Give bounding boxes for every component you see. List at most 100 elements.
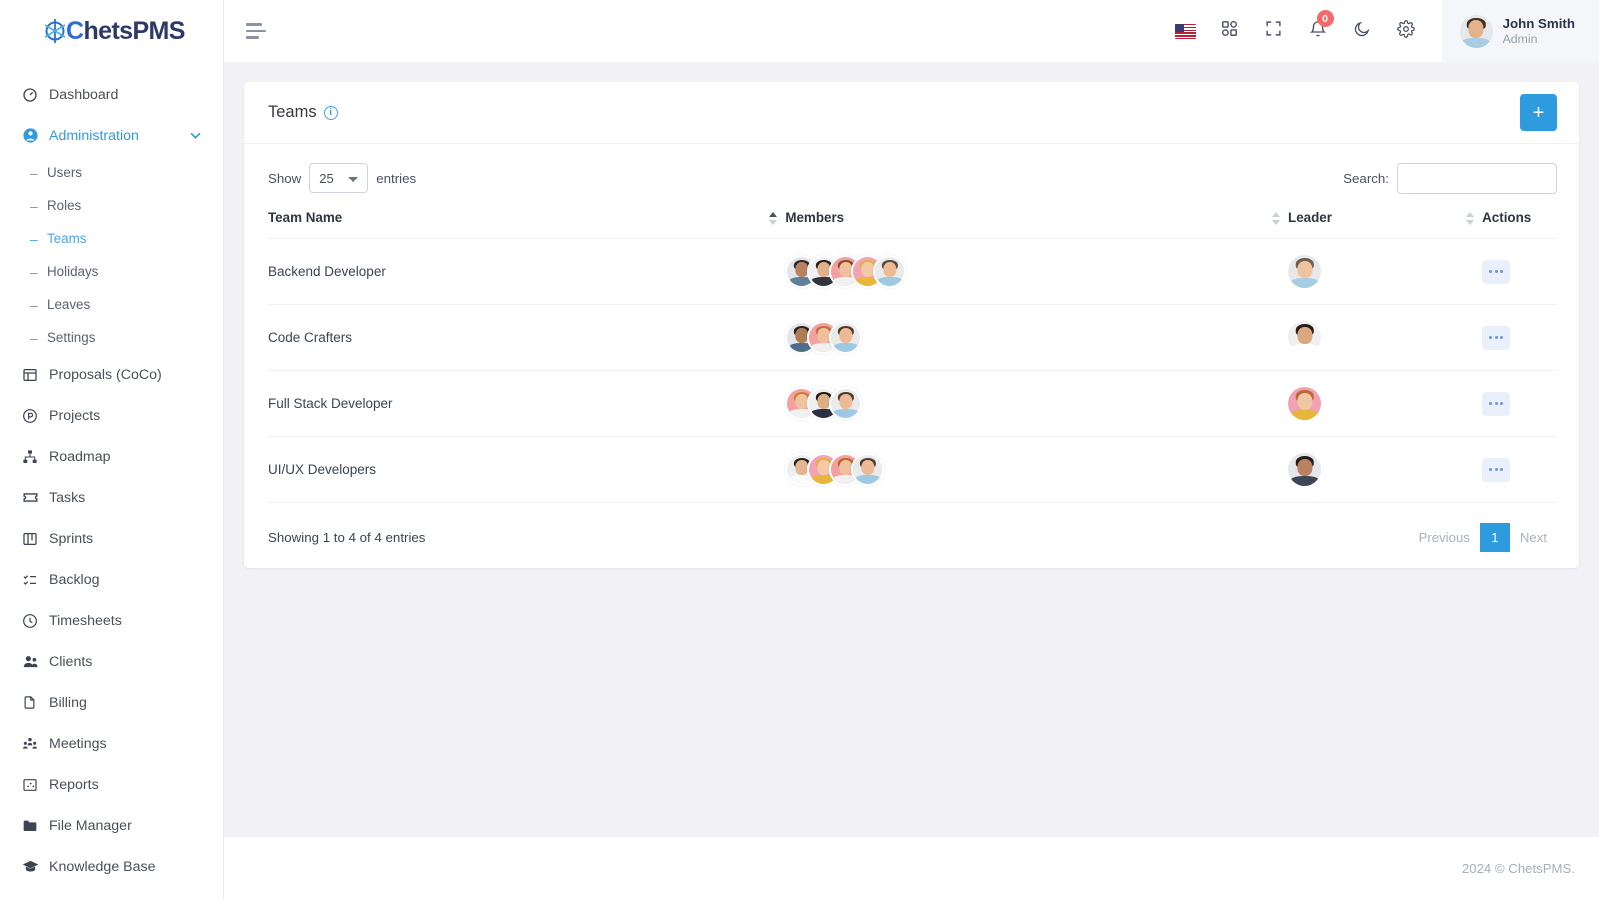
table-footer: Showing 1 to 4 of 4 entries Previous 1 N… bbox=[268, 523, 1557, 554]
column-actions: Actions bbox=[1482, 210, 1557, 239]
dash-icon: – bbox=[30, 164, 38, 181]
pagination-next[interactable]: Next bbox=[1510, 523, 1557, 552]
sidebar-item-timesheets[interactable]: Timesheets bbox=[0, 600, 223, 641]
chart-icon bbox=[22, 776, 44, 794]
add-team-button[interactable]: + bbox=[1520, 94, 1557, 131]
sidebar-item-projects[interactable]: Projects bbox=[0, 395, 223, 436]
sidebar-item-knowledge-base[interactable]: Knowledge Base bbox=[0, 846, 223, 887]
member-avatar[interactable] bbox=[851, 453, 885, 486]
sidebar-label: Reports bbox=[49, 776, 99, 793]
row-actions-button[interactable] bbox=[1482, 325, 1511, 350]
leader-avatar[interactable] bbox=[1288, 453, 1322, 486]
sidebar-label: Sprints bbox=[49, 530, 94, 547]
notifications-button[interactable]: 0 bbox=[1296, 0, 1340, 62]
apps-button[interactable] bbox=[1208, 0, 1252, 62]
checklist-icon bbox=[22, 571, 44, 589]
dark-mode-toggle[interactable] bbox=[1340, 0, 1384, 62]
sidebar-item-settings[interactable]: – Settings bbox=[0, 321, 223, 354]
entries-info: Showing 1 to 4 of 4 entries bbox=[268, 530, 426, 545]
cell-actions bbox=[1482, 238, 1557, 305]
sidebar-item-reports[interactable]: Reports bbox=[0, 764, 223, 805]
leader-avatar[interactable] bbox=[1288, 387, 1322, 420]
card-header: Teams i + bbox=[244, 82, 1579, 144]
sidebar-item-roles[interactable]: – Roles bbox=[0, 189, 223, 222]
sidebar-item-proposals[interactable]: Proposals (CoCo) bbox=[0, 354, 223, 395]
sidebar-item-meetings[interactable]: Meetings bbox=[0, 723, 223, 764]
chevron-down-icon[interactable] bbox=[190, 130, 201, 142]
sidebar-label: File Manager bbox=[49, 817, 132, 834]
column-team-name[interactable]: Team Name bbox=[268, 210, 786, 239]
sidebar-item-users[interactable]: – Users bbox=[0, 156, 223, 189]
sidebar-item-dashboard[interactable]: Dashboard bbox=[0, 74, 223, 115]
user-name: John Smith bbox=[1502, 15, 1575, 31]
entries-per-page-select[interactable]: 10 25 50 100 bbox=[309, 163, 369, 193]
sidebar-label: Settings bbox=[47, 330, 96, 345]
sidebar-item-backlog[interactable]: Backlog bbox=[0, 559, 223, 600]
sidebar-item-administration[interactable]: Administration bbox=[0, 115, 223, 156]
column-label: Actions bbox=[1482, 210, 1532, 225]
sidebar-item-file-manager[interactable]: File Manager bbox=[0, 805, 223, 846]
info-icon[interactable]: i bbox=[323, 105, 338, 120]
fullscreen-button[interactable] bbox=[1252, 0, 1296, 62]
copyright-text: 2024 © ChetsPMS. bbox=[1461, 860, 1575, 876]
sidebar-item-billing[interactable]: Billing bbox=[0, 682, 223, 723]
column-label: Team Name bbox=[268, 210, 343, 225]
sidebar-label: Proposals (CoCo) bbox=[49, 366, 162, 383]
member-avatar[interactable] bbox=[829, 321, 863, 354]
cell-members bbox=[785, 238, 1289, 305]
sidebar-item-clients[interactable]: Clients bbox=[0, 641, 223, 682]
column-leader[interactable]: Leader bbox=[1288, 210, 1483, 239]
pagination-previous[interactable]: Previous bbox=[1409, 523, 1480, 552]
sidebar-label: Timesheets bbox=[49, 612, 122, 629]
language-selector[interactable] bbox=[1164, 0, 1208, 62]
search-input[interactable] bbox=[1397, 162, 1557, 194]
search-label: Search: bbox=[1343, 170, 1389, 186]
top-header: 0 John Smith Admin bbox=[224, 0, 1599, 62]
user-menu[interactable]: John Smith Admin bbox=[1441, 0, 1599, 62]
table-search-control: Search: bbox=[1343, 162, 1557, 194]
sidebar-item-tasks[interactable]: Tasks bbox=[0, 477, 223, 518]
sidebar-label: Meetings bbox=[49, 735, 107, 752]
row-actions-button[interactable] bbox=[1482, 391, 1511, 416]
sidebar-label: Knowledge Base bbox=[49, 858, 156, 875]
roadmap-icon bbox=[22, 448, 44, 466]
project-icon bbox=[22, 407, 44, 425]
cell-leader bbox=[1288, 370, 1483, 437]
column-members[interactable]: Members bbox=[785, 210, 1289, 239]
dash-icon: – bbox=[30, 197, 38, 214]
sidebar-item-roadmap[interactable]: Roadmap bbox=[0, 436, 223, 477]
sidebar-item-sprints[interactable]: Sprints bbox=[0, 518, 223, 559]
sidebar-item-leaves[interactable]: – Leaves bbox=[0, 288, 223, 321]
table-row[interactable]: Full Stack Developer bbox=[268, 370, 1557, 437]
cell-actions bbox=[1482, 304, 1557, 371]
cell-members bbox=[785, 370, 1289, 437]
leader-avatar[interactable] bbox=[1288, 255, 1322, 288]
sort-ascending-icon bbox=[769, 212, 778, 225]
table-body: Backend Developer Code Crafters Full Stack… bbox=[268, 238, 1557, 503]
sidebar-label: Users bbox=[47, 165, 82, 180]
people-icon bbox=[22, 653, 44, 671]
hamburger-icon[interactable] bbox=[246, 18, 272, 44]
proposal-icon bbox=[22, 366, 44, 384]
main-content: Teams i + Show 10 25 50 100 entries bbox=[224, 62, 1599, 837]
pagination-page-1[interactable]: 1 bbox=[1479, 523, 1510, 552]
logo-text-rest: hetsPMS bbox=[83, 16, 185, 45]
row-actions-button[interactable] bbox=[1482, 457, 1511, 482]
table-row[interactable]: UI/UX Developers bbox=[268, 436, 1557, 503]
sidebar-item-holidays[interactable]: – Holidays bbox=[0, 255, 223, 288]
table-row[interactable]: Backend Developer bbox=[268, 238, 1557, 305]
gauge-icon bbox=[22, 86, 44, 104]
cell-leader bbox=[1288, 238, 1483, 305]
table-row[interactable]: Code Crafters bbox=[268, 304, 1557, 371]
sidebar-item-teams[interactable]: – Teams bbox=[0, 222, 223, 255]
moon-icon bbox=[1353, 20, 1371, 43]
leader-avatar[interactable] bbox=[1288, 321, 1322, 354]
cell-leader bbox=[1288, 304, 1483, 371]
member-avatar[interactable] bbox=[873, 255, 907, 288]
pagination: Previous 1 Next bbox=[1409, 523, 1557, 552]
row-actions-button[interactable] bbox=[1482, 259, 1511, 284]
member-avatar[interactable] bbox=[829, 387, 863, 420]
settings-button[interactable] bbox=[1384, 0, 1428, 62]
app-logo[interactable]: ChetsPMS bbox=[0, 0, 223, 62]
sort-icon bbox=[1272, 212, 1281, 225]
